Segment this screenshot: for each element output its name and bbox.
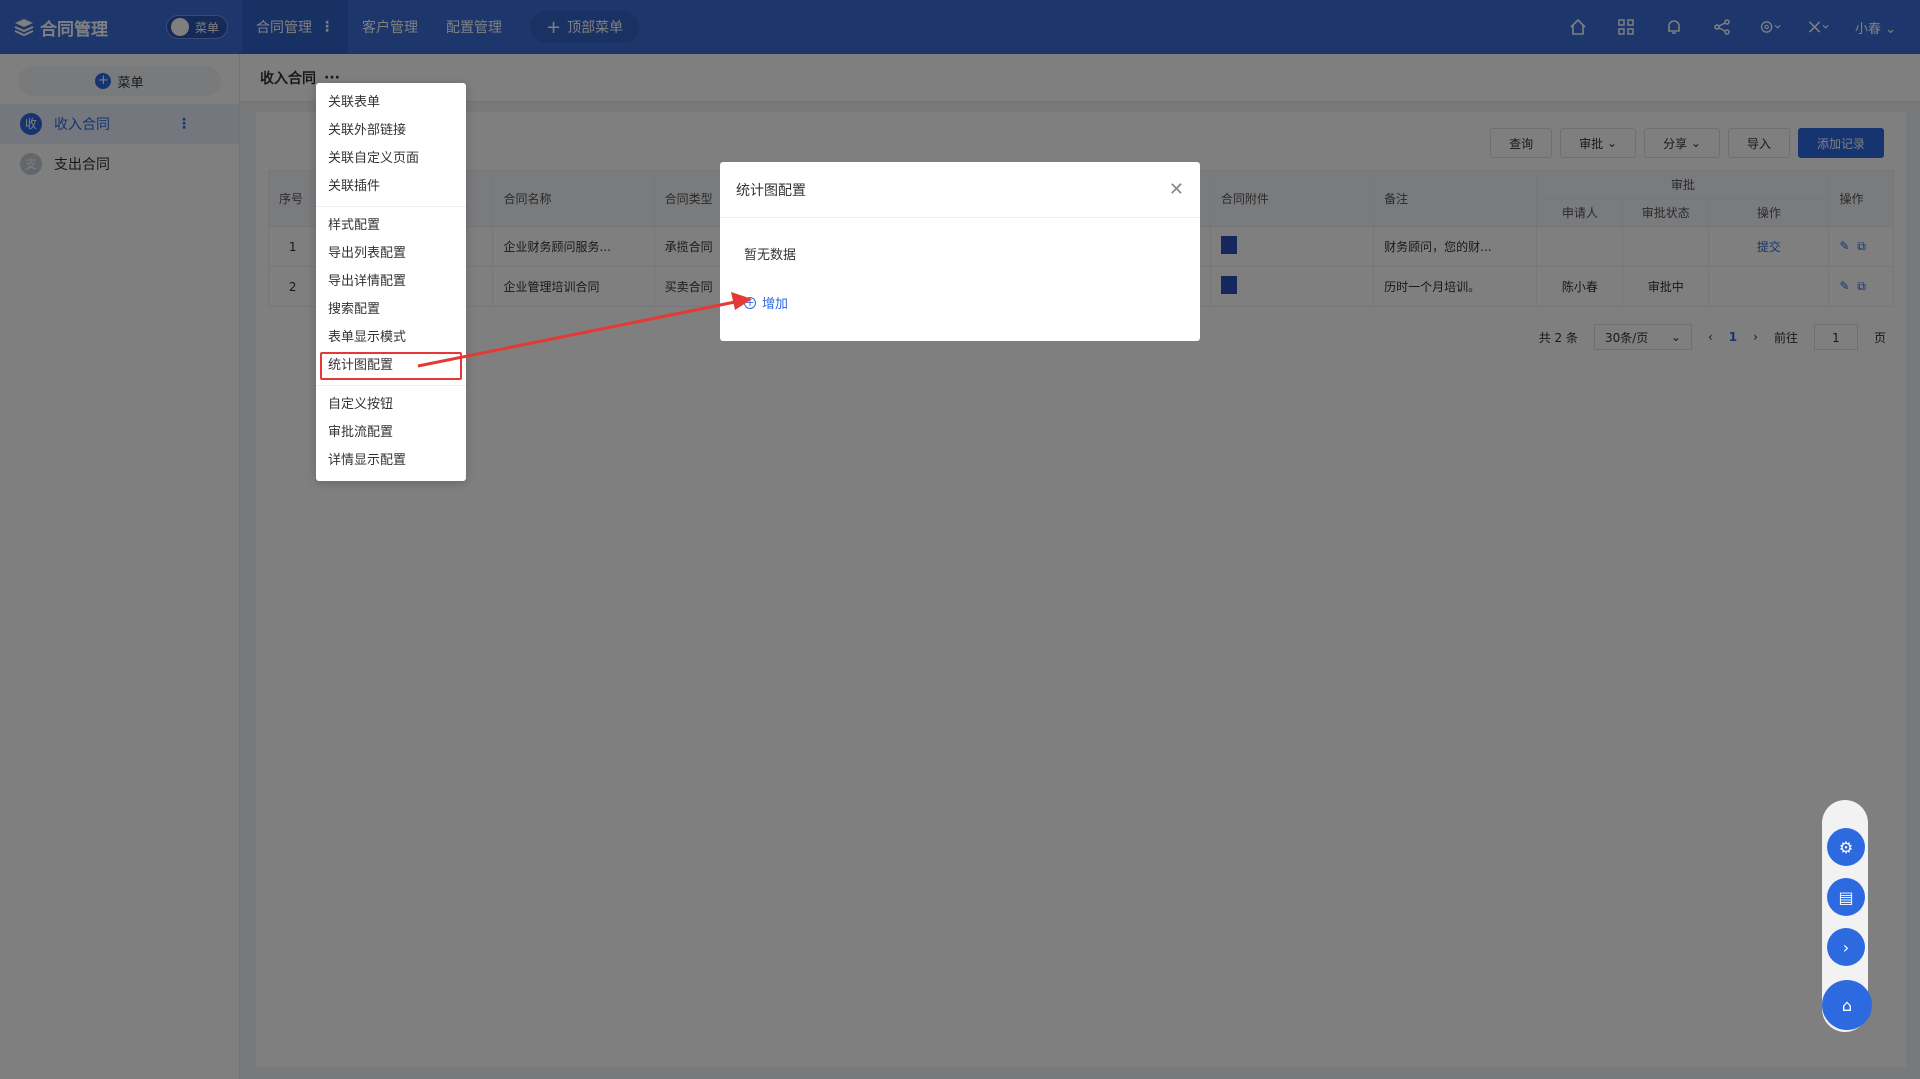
arrow-line: [417, 300, 736, 368]
arrow-head: [731, 292, 752, 310]
annotation-arrow: [417, 292, 752, 368]
